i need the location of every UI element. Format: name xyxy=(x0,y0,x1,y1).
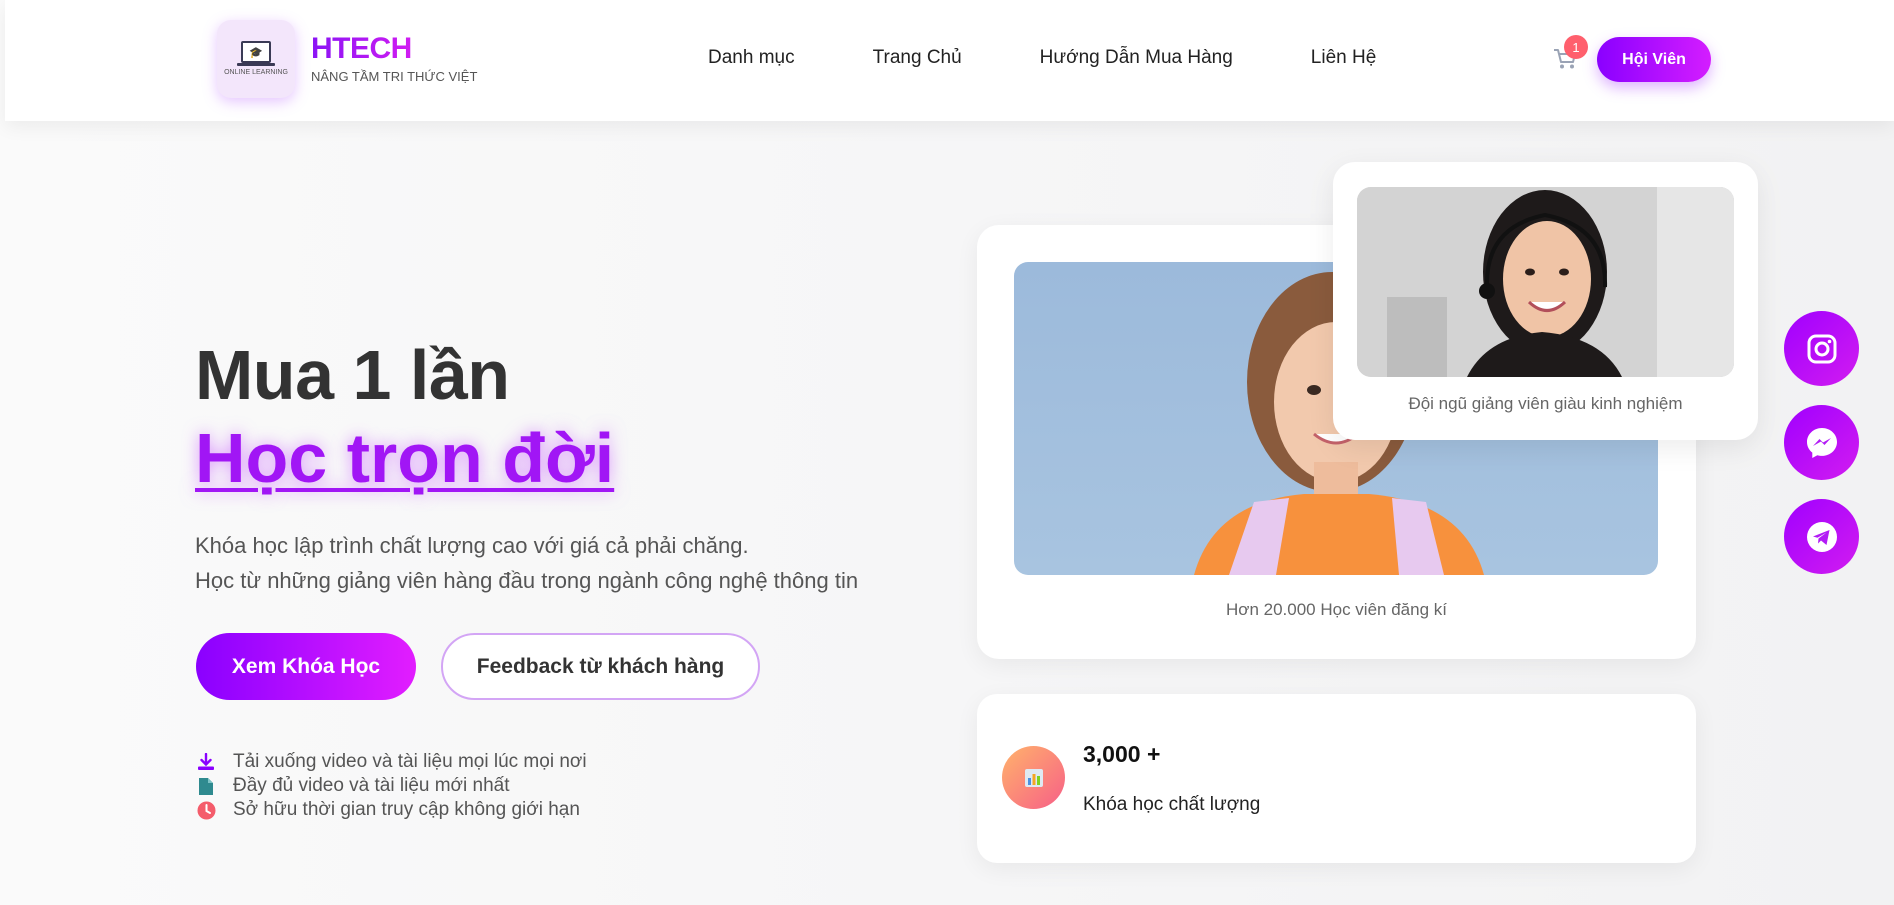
brand-name[interactable]: HTECH xyxy=(311,32,412,66)
nav-item-lien-he[interactable]: Liên Hệ xyxy=(1311,47,1377,69)
laptop-icon: 🎓 xyxy=(241,41,271,63)
stats-label: Khóa học chất lượng xyxy=(1083,794,1261,815)
feature-item: Đầy đủ video và tài liệu mới nhất xyxy=(196,774,587,798)
feature-item: Sở hữu thời gian truy cập không giới hạn xyxy=(196,798,587,822)
clock-icon xyxy=(196,800,216,820)
feature-item: Tải xuống video và tài liệu mọi lúc mọi … xyxy=(196,750,587,774)
download-icon xyxy=(196,752,216,772)
students-caption: Hơn 20.000 Học viên đăng kí xyxy=(1226,600,1447,619)
nav-item-trang-chu[interactable]: Trang Chủ xyxy=(873,47,962,69)
messenger-icon xyxy=(1806,427,1837,458)
messenger-button[interactable] xyxy=(1784,405,1859,480)
telegram-icon xyxy=(1806,521,1837,552)
brand-tagline: NÂNG TẦM TRI THỨC VIỆT xyxy=(311,69,478,84)
stats-number: 3,000 + xyxy=(1083,741,1161,767)
hero-description-line-2: Học từ những giảng viên hàng đầu trong n… xyxy=(195,568,859,593)
main-nav: Danh mục Trang Chủ Hướng Dẫn Mua Hàng Li… xyxy=(708,47,1454,69)
stats-card: 3,000 + Khóa học chất lượng xyxy=(977,694,1696,863)
view-courses-button[interactable]: Xem Khóa Học xyxy=(196,633,416,700)
feedback-button[interactable]: Feedback từ khách hàng xyxy=(441,633,760,700)
nav-item-huong-dan[interactable]: Hướng Dẫn Mua Hàng xyxy=(1040,47,1233,69)
instagram-icon xyxy=(1807,334,1836,363)
feature-text: Tải xuống video và tài liệu mọi lúc mọi … xyxy=(233,751,587,772)
feature-text: Đầy đủ video và tài liệu mới nhất xyxy=(233,775,510,796)
file-icon xyxy=(196,776,216,796)
cart-badge: 1 xyxy=(1564,35,1588,59)
logo-text: ONLINE LEARNING xyxy=(224,69,288,76)
hero-subtitle: Học trọn đời xyxy=(195,419,615,497)
hero-description-line-1: Khóa học lập trình chất lượng cao với gi… xyxy=(195,533,749,558)
teacher-caption: Đội ngũ giảng viên giàu kinh nghiệm xyxy=(1408,394,1683,413)
hero-title: Mua 1 lần xyxy=(195,336,510,414)
site-header: 🎓 ONLINE LEARNING HTECH NÂNG TẦM TRI THỨ… xyxy=(5,0,1894,121)
nav-item-danh-muc[interactable]: Danh mục xyxy=(708,47,795,69)
teacher-photo xyxy=(1357,187,1734,377)
chart-icon xyxy=(1002,746,1065,809)
hero-description: Khóa học lập trình chất lượng cao với gi… xyxy=(195,528,858,598)
feature-text: Sở hữu thời gian truy cập không giới hạn xyxy=(233,799,580,820)
instagram-button[interactable] xyxy=(1784,311,1859,386)
teacher-card: Đội ngũ giảng viên giàu kinh nghiệm xyxy=(1333,162,1758,440)
feature-list: Tải xuống video và tài liệu mọi lúc mọi … xyxy=(196,750,587,822)
member-button[interactable]: Hội Viên xyxy=(1597,37,1711,82)
logo[interactable]: 🎓 ONLINE LEARNING xyxy=(217,20,295,98)
telegram-button[interactable] xyxy=(1784,499,1859,574)
